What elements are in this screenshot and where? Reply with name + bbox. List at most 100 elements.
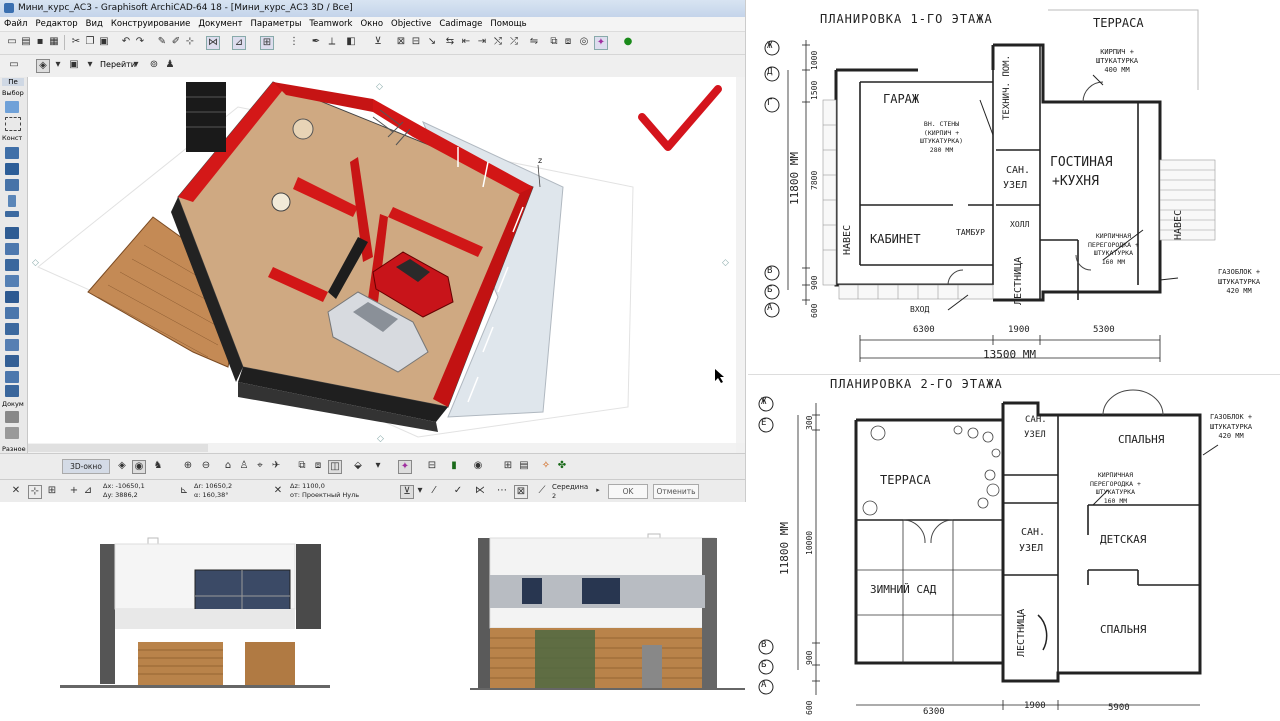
- arrow-icon[interactable]: ↘: [426, 36, 438, 48]
- right-nav-marker-icon[interactable]: ◇: [722, 258, 729, 268]
- polar-icon[interactable]: ⊾: [178, 485, 190, 497]
- zoom-in-icon[interactable]: ⊕: [182, 460, 194, 472]
- 3d-viewport[interactable]: z ◇ ◇ ◇ ◇: [28, 77, 736, 444]
- orbit-mode-icon[interactable]: ◉: [132, 460, 146, 474]
- section-icon[interactable]: ⧈: [562, 36, 574, 48]
- open-folder-icon[interactable]: ▤: [20, 36, 32, 48]
- view-3d-icon[interactable]: ◈: [36, 59, 50, 73]
- constraint-icon[interactable]: ⊻: [400, 485, 414, 499]
- railing-tool-icon[interactable]: [5, 275, 19, 287]
- grid-snap-icon[interactable]: ⊞: [260, 36, 274, 50]
- eyedropper-icon[interactable]: ✎: [156, 36, 168, 48]
- star-icon[interactable]: ✧: [540, 460, 552, 472]
- measure-icon[interactable]: ⟂: [326, 36, 338, 48]
- save-icon[interactable]: ▪: [34, 36, 46, 48]
- snap-icon[interactable]: ⋈: [206, 36, 220, 50]
- bottom-nav-marker-icon[interactable]: ◇: [377, 434, 384, 443]
- menu-item-document[interactable]: Документ: [198, 19, 242, 29]
- shell-tool-icon[interactable]: [5, 243, 19, 255]
- offset-icon[interactable]: ⇤: [460, 36, 472, 48]
- pen-icon[interactable]: ✒: [310, 36, 322, 48]
- list-view-icon[interactable]: ▤: [518, 460, 530, 472]
- ok-button[interactable]: OK: [608, 484, 648, 499]
- close-icon[interactable]: ✕: [10, 485, 22, 497]
- undo-icon[interactable]: ↶: [120, 36, 132, 48]
- style-icon[interactable]: ⬙: [352, 460, 364, 472]
- guide-line-icon[interactable]: ⁄: [428, 485, 440, 497]
- layer-icon[interactable]: ◧: [345, 36, 357, 48]
- cursor-snap-icon[interactable]: ⊹: [28, 485, 42, 499]
- distribute-icon[interactable]: ⊟: [410, 36, 422, 48]
- slab-tool-icon[interactable]: [5, 211, 19, 217]
- snap-grid-icon[interactable]: ⊞: [46, 485, 58, 497]
- menu-item-edit[interactable]: Редактор: [35, 19, 77, 29]
- skylight-tool-icon[interactable]: [5, 385, 19, 397]
- walk-icon[interactable]: ♟: [164, 59, 176, 71]
- print-icon[interactable]: ▦: [48, 36, 60, 48]
- home-icon[interactable]: ⌂: [222, 460, 234, 472]
- render-icon[interactable]: ✦: [594, 36, 608, 50]
- midpoint-dropdown-icon[interactable]: ▸: [592, 484, 604, 496]
- menu-item-objective[interactable]: Objective: [391, 19, 431, 29]
- cut-icon[interactable]: ✂: [70, 36, 82, 48]
- top-nav-marker-icon[interactable]: ◇: [376, 82, 383, 92]
- distribute-points-icon[interactable]: ⋯: [496, 485, 508, 497]
- move-icon[interactable]: ⇆: [444, 36, 456, 48]
- special-snap-icon[interactable]: ⊠: [514, 485, 528, 499]
- new-file-icon[interactable]: ▭: [6, 36, 18, 48]
- split-icon[interactable]: ⤭: [492, 36, 504, 48]
- fly-icon[interactable]: ✈: [270, 460, 282, 472]
- zoom-out-icon[interactable]: ⊖: [200, 460, 212, 472]
- floorplan-icon[interactable]: ▭: [8, 59, 20, 71]
- midpoint-icon[interactable]: ⟋: [536, 485, 548, 497]
- toolbox-tab[interactable]: Пе: [2, 78, 24, 86]
- wall-tool-icon[interactable]: [5, 147, 19, 159]
- object-tool-icon[interactable]: [5, 323, 19, 335]
- grid-view-icon[interactable]: ⊞: [502, 460, 514, 472]
- window-tool-icon[interactable]: [8, 195, 16, 207]
- explore-icon[interactable]: ♞: [152, 460, 164, 472]
- layer-cut-icon[interactable]: ⧉: [296, 460, 308, 472]
- render-mode-icon[interactable]: ✦: [398, 460, 412, 474]
- dropdown-icon[interactable]: ⊻: [372, 36, 384, 48]
- adjust-icon[interactable]: ⤮: [508, 36, 520, 48]
- model-icon[interactable]: ⧉: [548, 36, 560, 48]
- syringe-icon[interactable]: ✐: [170, 36, 182, 48]
- align-icon[interactable]: ⊠: [395, 36, 407, 48]
- cancel-button[interactable]: Отменить: [653, 484, 699, 499]
- menu-item-design[interactable]: Конструирование: [111, 19, 191, 29]
- menu-item-file[interactable]: Файл: [4, 19, 27, 29]
- tree-icon[interactable]: ✤: [556, 460, 568, 472]
- globe-icon[interactable]: ●: [622, 36, 634, 48]
- zone-tool-icon[interactable]: [5, 355, 19, 367]
- orbit-icon[interactable]: ⊚: [148, 59, 160, 71]
- guide-icon[interactable]: ⊿: [232, 36, 246, 50]
- palette-icon[interactable]: ◎: [578, 36, 590, 48]
- layout-dropdown-icon[interactable]: ▾: [84, 59, 96, 71]
- column-tool-icon[interactable]: [5, 163, 19, 175]
- menu-item-help[interactable]: Помощь: [490, 19, 526, 29]
- split-point-icon[interactable]: ⋉: [474, 485, 486, 497]
- plus-icon[interactable]: +: [68, 485, 80, 497]
- beam-tool-icon[interactable]: [5, 179, 19, 191]
- midpoint-value[interactable]: 2: [552, 492, 556, 500]
- redo-icon[interactable]: ↷: [134, 36, 146, 48]
- perspective-icon[interactable]: ◈: [116, 460, 128, 472]
- grid-icon[interactable]: ⋮: [288, 36, 300, 48]
- roof-tool-icon[interactable]: [5, 227, 19, 239]
- arrow-tool-icon[interactable]: [5, 101, 19, 113]
- menu-item-cadimage[interactable]: Cadimage: [439, 19, 482, 29]
- vertical-scrollbar[interactable]: [736, 77, 745, 443]
- filter-icon[interactable]: ◫: [328, 460, 342, 474]
- dimension-tool-icon[interactable]: [5, 411, 19, 423]
- trim-icon[interactable]: ⇥: [476, 36, 488, 48]
- trash-icon[interactable]: ▮: [448, 460, 460, 472]
- copy-icon[interactable]: ❐: [84, 36, 96, 48]
- 3d-window-button[interactable]: 3D-окно: [62, 459, 110, 474]
- walk-icon-2[interactable]: ♙: [238, 460, 250, 472]
- menu-item-view[interactable]: Вид: [86, 19, 103, 29]
- view-dropdown-icon[interactable]: ▾: [52, 59, 64, 71]
- relative-icon[interactable]: ⊿: [82, 485, 94, 497]
- section-plane-icon[interactable]: ⧈: [312, 460, 324, 472]
- mesh-tool-icon[interactable]: [5, 291, 19, 303]
